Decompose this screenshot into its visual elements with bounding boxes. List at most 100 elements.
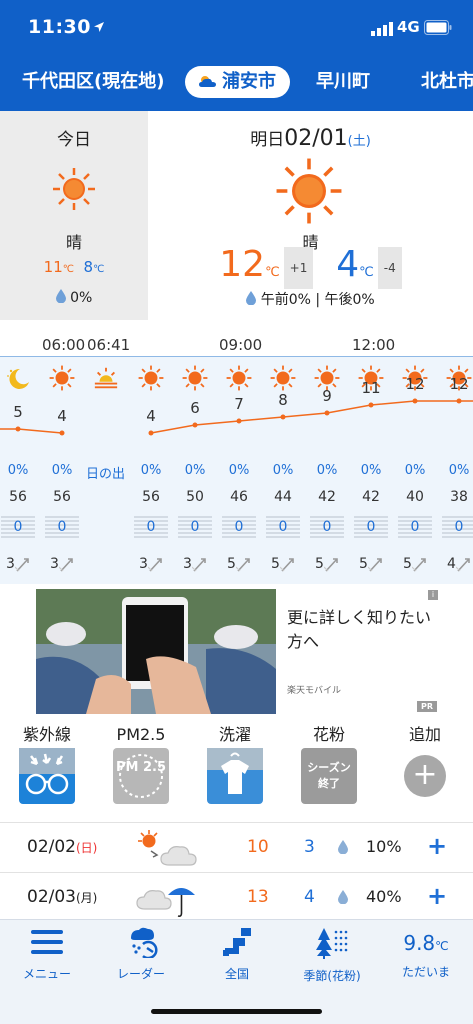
sunrise-label: 日の出 <box>86 467 126 482</box>
ad-image[interactable] <box>36 589 276 714</box>
temperature-point <box>368 402 374 408</box>
hourly-precip: 0% <box>51 463 73 478</box>
hourly-rain-value: 0 <box>410 519 420 535</box>
hour-label: 12:00 <box>352 336 396 354</box>
hourly-wind: 3 <box>45 553 79 575</box>
hourly-precip: 0% <box>184 463 206 478</box>
radar-icon <box>131 927 158 960</box>
today-label: 今日 <box>57 130 91 150</box>
hourly-wind-speed: 3 <box>139 556 148 572</box>
index-add[interactable]: 追加 + <box>385 722 465 804</box>
wind-direction-icon <box>192 558 206 572</box>
index-label: 紫外線 <box>22 725 71 744</box>
nav-national[interactable]: 全国 <box>192 926 282 982</box>
hourly-wind: 4 <box>442 553 473 575</box>
tomorrow-low-diff: -4 <box>377 247 402 289</box>
hourly-rain: 0 <box>45 516 79 540</box>
temperature-point <box>412 398 418 404</box>
ad-info-icon[interactable]: i <box>428 590 438 600</box>
nav-current[interactable]: 9.8℃ ただいま <box>381 926 471 980</box>
hourly-wind: 3 <box>178 553 212 575</box>
sun-cloud-icon <box>138 830 197 866</box>
daily-low: 3 <box>304 837 315 857</box>
tomorrow-label: 明日 <box>250 130 285 150</box>
hourly-temp: 9 <box>322 387 332 405</box>
expand-button[interactable]: + <box>427 882 447 910</box>
hourly-temp: 12 <box>405 375 425 393</box>
weather-indices: 紫外線 PM2.5 PM 2.5 洗濯 花粉 シーズン 終了 追加 + <box>0 722 473 818</box>
tab-urayasu[interactable]: 浦安市 <box>185 66 290 98</box>
hour-label: 06:41 <box>87 336 131 354</box>
index-label: 追加 <box>408 725 441 744</box>
tomorrow-high-unit: ℃ <box>265 265 280 280</box>
daily-row[interactable]: 02/02(日) 10 3 10% + <box>0 822 473 872</box>
tab-label: 浦安市 <box>222 71 276 92</box>
hourly-humidity: 40 <box>406 489 424 505</box>
temperature-point <box>15 426 21 432</box>
pollen-tree-icon <box>316 928 348 959</box>
nav-label: 季節(花粉) <box>303 969 361 983</box>
hourly-rain-value: 0 <box>454 519 464 535</box>
hourly-temp: 11 <box>361 379 381 397</box>
hourly-forecast[interactable]: 06:00 06:41 09:00 12:00 日の出 5 0% 56 0 3 4 0% 56… <box>0 332 473 584</box>
laundry-shirt-icon <box>207 748 263 804</box>
hourly-humidity: 56 <box>53 489 71 505</box>
hourly-temp: 8 <box>278 391 288 409</box>
hourly-wind: 5 <box>398 553 432 575</box>
temperature-point <box>324 410 330 416</box>
sun-cloud-small-icon <box>199 76 216 87</box>
hourly-rain: 0 <box>310 516 344 540</box>
ad-text[interactable]: 更に詳しく知りたい方へ <box>287 606 437 654</box>
index-uv[interactable]: 紫外線 <box>7 722 87 804</box>
nav-radar[interactable]: レーダー <box>96 926 186 982</box>
tomorrow-high: 12 <box>219 244 266 285</box>
expand-button[interactable]: + <box>427 832 447 860</box>
hourly-wind: 5 <box>310 553 344 575</box>
wind-direction-icon <box>148 558 162 572</box>
hourly-wind-speed: 5 <box>359 556 368 572</box>
tab-hokuto[interactable]: 北杜市 <box>421 66 473 98</box>
daily-weekday: (日) <box>76 841 98 855</box>
hourly-rain: 0 <box>442 516 473 540</box>
current-temp-icon: 9.8℃ <box>381 926 471 960</box>
sun-icon <box>53 168 95 210</box>
daily-high: 10 <box>247 837 269 857</box>
hourly-humidity: 42 <box>362 489 380 505</box>
hourly-humidity: 56 <box>142 489 160 505</box>
daily-weekday: (月) <box>76 891 98 905</box>
pollen-season-icon: シーズン 終了 <box>301 748 357 804</box>
daily-precip: 10% <box>366 837 402 856</box>
temperature-series <box>0 428 63 434</box>
tomorrow-temps: 12℃ +1 4℃ -4 <box>148 245 473 293</box>
nav-label: レーダー <box>116 967 165 981</box>
sun-icon <box>138 365 164 391</box>
daily-row[interactable]: 02/03(月) 13 4 40% + <box>0 872 473 922</box>
hourly-humidity: 38 <box>450 489 468 505</box>
hourly-rain: 0 <box>1 516 35 540</box>
daily-date-text: 02/02 <box>27 837 76 857</box>
tomorrow-weekday: (土) <box>347 134 371 149</box>
nav-season[interactable]: 季節(花粉) <box>287 926 377 984</box>
hourly-rain: 0 <box>354 516 388 540</box>
index-pm25[interactable]: PM2.5 PM 2.5 <box>101 722 181 804</box>
index-label: 花粉 <box>312 725 345 744</box>
hourly-wind: 3 <box>1 553 35 575</box>
status-bar: 11:30 4G <box>0 0 473 52</box>
tomorrow-panel[interactable]: 明日02/01(土) 晴 12℃ +1 4℃ -4 午前0% | 午後0% <box>148 111 473 320</box>
hourly-rain-value: 0 <box>57 519 67 535</box>
today-panel[interactable]: 今日 晴 11℃ 8℃ 0% <box>0 111 148 320</box>
hourly-wind: 3 <box>134 553 168 575</box>
ad-banner[interactable]: 更に詳しく知りたい方へ 楽天モバイル PR <box>0 584 473 718</box>
tomorrow-precip-row: 午前0% | 午後0% <box>148 289 473 309</box>
temperature-point <box>456 398 462 404</box>
hourly-wind-speed: 4 <box>447 556 456 572</box>
hourly-humidity: 46 <box>230 489 248 505</box>
tab-chiyoda[interactable]: 千代田区(現在地) <box>22 66 164 98</box>
hourly-rain: 0 <box>398 516 432 540</box>
nav-menu[interactable]: メニュー <box>2 926 92 982</box>
index-pollen[interactable]: 花粉 シーズン 終了 <box>289 722 369 804</box>
hourly-precip: 0% <box>272 463 294 478</box>
pm25-icon: PM 2.5 <box>113 748 169 804</box>
tab-hayakawa[interactable]: 早川町 <box>316 66 370 98</box>
index-laundry[interactable]: 洗濯 <box>195 722 275 804</box>
